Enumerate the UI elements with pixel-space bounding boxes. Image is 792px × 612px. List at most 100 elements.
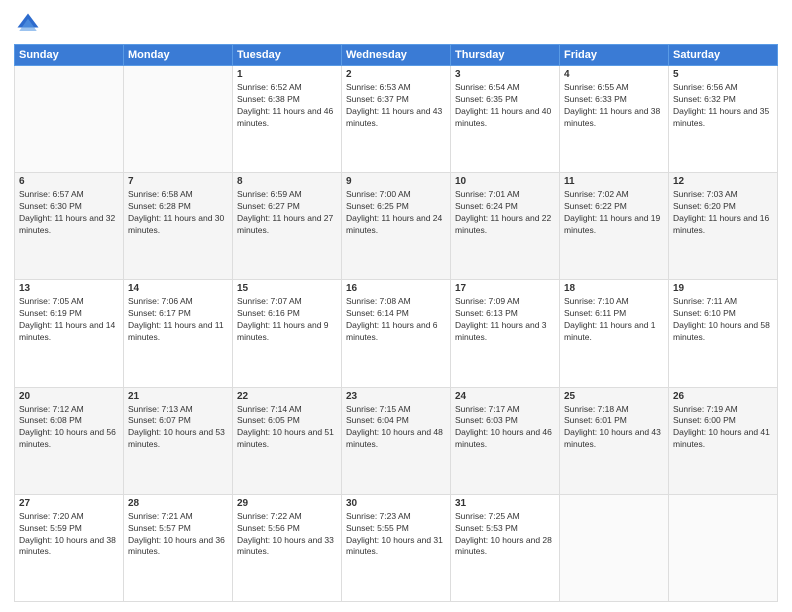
day-info: Sunrise: 7:08 AM Sunset: 6:14 PM Dayligh… xyxy=(346,296,446,344)
table-row: 19 Sunrise: 7:11 AM Sunset: 6:10 PM Dayli… xyxy=(669,280,778,387)
day-number: 25 xyxy=(564,391,664,402)
day-number: 1 xyxy=(237,69,337,80)
day-info: Sunrise: 6:59 AM Sunset: 6:27 PM Dayligh… xyxy=(237,189,337,237)
day-info: Sunrise: 6:53 AM Sunset: 6:37 PM Dayligh… xyxy=(346,82,446,130)
day-info: Sunrise: 7:15 AM Sunset: 6:04 PM Dayligh… xyxy=(346,404,446,452)
table-row: 28 Sunrise: 7:21 AM Sunset: 5:57 PM Dayli… xyxy=(124,494,233,601)
calendar-week-row: 20 Sunrise: 7:12 AM Sunset: 6:08 PM Dayli… xyxy=(15,387,778,494)
table-row: 5 Sunrise: 6:56 AM Sunset: 6:32 PM Daylig… xyxy=(669,66,778,173)
day-number: 7 xyxy=(128,176,228,187)
day-info: Sunrise: 7:06 AM Sunset: 6:17 PM Dayligh… xyxy=(128,296,228,344)
table-row: 24Sunrise: 7:17 AM Sunset: 6:03 PM Dayli… xyxy=(451,387,560,494)
day-info: Sunrise: 7:13 AM Sunset: 6:07 PM Dayligh… xyxy=(128,404,228,452)
col-friday: Friday xyxy=(560,45,669,66)
calendar-week-row: 1 Sunrise: 6:52 AM Sunset: 6:38 PM Daylig… xyxy=(15,66,778,173)
day-number: 8 xyxy=(237,176,337,187)
table-row: 7 Sunrise: 6:58 AM Sunset: 6:28 PM Daylig… xyxy=(124,173,233,280)
table-row: 13 Sunrise: 7:05 AM Sunset: 6:19 PM Dayli… xyxy=(15,280,124,387)
logo-icon xyxy=(14,10,42,38)
table-row: 25 Sunrise: 7:18 AM Sunset: 6:01 PM Dayli… xyxy=(560,387,669,494)
day-info: Sunrise: 7:01 AM Sunset: 6:24 PM Dayligh… xyxy=(455,189,555,237)
day-number: 28 xyxy=(128,498,228,509)
table-row xyxy=(15,66,124,173)
table-row: 11 Sunrise: 7:02 AM Sunset: 6:22 PM Dayli… xyxy=(560,173,669,280)
table-row: 8 Sunrise: 6:59 AM Sunset: 6:27 PM Daylig… xyxy=(233,173,342,280)
day-info: Sunrise: 7:18 AM Sunset: 6:01 PM Dayligh… xyxy=(564,404,664,452)
day-number: 14 xyxy=(128,283,228,294)
day-info: Sunrise: 7:00 AM Sunset: 6:25 PM Dayligh… xyxy=(346,189,446,237)
day-info: Sunrise: 7:20 AM Sunset: 5:59 PM Dayligh… xyxy=(19,511,119,559)
day-info: Sunrise: 7:19 AM Sunset: 6:00 PM Dayligh… xyxy=(673,404,773,452)
day-info: Sunrise: 7:03 AM Sunset: 6:20 PM Dayligh… xyxy=(673,189,773,237)
day-number: 30 xyxy=(346,498,446,509)
table-row: 17Sunrise: 7:09 AM Sunset: 6:13 PM Dayli… xyxy=(451,280,560,387)
day-number: 27 xyxy=(19,498,119,509)
day-info: Sunrise: 7:12 AM Sunset: 6:08 PM Dayligh… xyxy=(19,404,119,452)
table-row: 30 Sunrise: 7:23 AM Sunset: 5:55 PM Dayli… xyxy=(342,494,451,601)
table-row: 27 Sunrise: 7:20 AM Sunset: 5:59 PM Dayli… xyxy=(15,494,124,601)
day-info: Sunrise: 6:52 AM Sunset: 6:38 PM Dayligh… xyxy=(237,82,337,130)
table-row: 15 Sunrise: 7:07 AM Sunset: 6:16 PM Dayli… xyxy=(233,280,342,387)
page: Sunday Monday Tuesday Wednesday Thursday… xyxy=(0,0,792,612)
table-row xyxy=(669,494,778,601)
day-info: Sunrise: 7:02 AM Sunset: 6:22 PM Dayligh… xyxy=(564,189,664,237)
day-info: Sunrise: 6:54 AM Sunset: 6:35 PM Dayligh… xyxy=(455,82,555,130)
day-number: 9 xyxy=(346,176,446,187)
table-row: 22Sunrise: 7:14 AM Sunset: 6:05 PM Dayli… xyxy=(233,387,342,494)
table-row: 20 Sunrise: 7:12 AM Sunset: 6:08 PM Dayli… xyxy=(15,387,124,494)
table-row: 26Sunrise: 7:19 AM Sunset: 6:00 PM Dayli… xyxy=(669,387,778,494)
day-info: Sunrise: 6:57 AM Sunset: 6:30 PM Dayligh… xyxy=(19,189,119,237)
day-number: 16 xyxy=(346,283,446,294)
calendar-week-row: 6 Sunrise: 6:57 AM Sunset: 6:30 PM Daylig… xyxy=(15,173,778,280)
table-row: 3Sunrise: 6:54 AM Sunset: 6:35 PM Daylig… xyxy=(451,66,560,173)
calendar-week-row: 27 Sunrise: 7:20 AM Sunset: 5:59 PM Dayli… xyxy=(15,494,778,601)
col-sunday: Sunday xyxy=(15,45,124,66)
table-row: 1 Sunrise: 6:52 AM Sunset: 6:38 PM Daylig… xyxy=(233,66,342,173)
table-row: 10Sunrise: 7:01 AM Sunset: 6:24 PM Dayli… xyxy=(451,173,560,280)
day-number: 29 xyxy=(237,498,337,509)
day-info: Sunrise: 7:22 AM Sunset: 5:56 PM Dayligh… xyxy=(237,511,337,559)
day-info: Sunrise: 6:58 AM Sunset: 6:28 PM Dayligh… xyxy=(128,189,228,237)
day-info: Sunrise: 7:23 AM Sunset: 5:55 PM Dayligh… xyxy=(346,511,446,559)
table-row xyxy=(124,66,233,173)
col-thursday: Thursday xyxy=(451,45,560,66)
table-row xyxy=(560,494,669,601)
day-number: 22 xyxy=(237,391,337,402)
col-wednesday: Wednesday xyxy=(342,45,451,66)
day-info: Sunrise: 6:56 AM Sunset: 6:32 PM Dayligh… xyxy=(673,82,773,130)
logo xyxy=(14,10,44,38)
col-saturday: Saturday xyxy=(669,45,778,66)
day-number: 19 xyxy=(673,283,773,294)
table-row: 18 Sunrise: 7:10 AM Sunset: 6:11 PM Dayli… xyxy=(560,280,669,387)
day-number: 13 xyxy=(19,283,119,294)
table-row: 31Sunrise: 7:25 AM Sunset: 5:53 PM Dayli… xyxy=(451,494,560,601)
day-info: Sunrise: 6:55 AM Sunset: 6:33 PM Dayligh… xyxy=(564,82,664,130)
col-tuesday: Tuesday xyxy=(233,45,342,66)
day-info: Sunrise: 7:17 AM Sunset: 6:03 PM Dayligh… xyxy=(455,404,555,452)
table-row: 2 Sunrise: 6:53 AM Sunset: 6:37 PM Daylig… xyxy=(342,66,451,173)
day-info: Sunrise: 7:11 AM Sunset: 6:10 PM Dayligh… xyxy=(673,296,773,344)
header xyxy=(14,10,778,38)
table-row: 21 Sunrise: 7:13 AM Sunset: 6:07 PM Dayli… xyxy=(124,387,233,494)
day-number: 5 xyxy=(673,69,773,80)
calendar-week-row: 13 Sunrise: 7:05 AM Sunset: 6:19 PM Dayli… xyxy=(15,280,778,387)
day-number: 4 xyxy=(564,69,664,80)
day-info: Sunrise: 7:10 AM Sunset: 6:11 PM Dayligh… xyxy=(564,296,664,344)
day-number: 6 xyxy=(19,176,119,187)
day-number: 23 xyxy=(346,391,446,402)
day-info: Sunrise: 7:21 AM Sunset: 5:57 PM Dayligh… xyxy=(128,511,228,559)
day-info: Sunrise: 7:05 AM Sunset: 6:19 PM Dayligh… xyxy=(19,296,119,344)
table-row: 16 Sunrise: 7:08 AM Sunset: 6:14 PM Dayli… xyxy=(342,280,451,387)
day-info: Sunrise: 7:07 AM Sunset: 6:16 PM Dayligh… xyxy=(237,296,337,344)
table-row: 6 Sunrise: 6:57 AM Sunset: 6:30 PM Daylig… xyxy=(15,173,124,280)
table-row: 23 Sunrise: 7:15 AM Sunset: 6:04 PM Dayli… xyxy=(342,387,451,494)
day-number: 2 xyxy=(346,69,446,80)
day-number: 11 xyxy=(564,176,664,187)
day-number: 18 xyxy=(564,283,664,294)
table-row: 12Sunrise: 7:03 AM Sunset: 6:20 PM Dayli… xyxy=(669,173,778,280)
day-number: 17 xyxy=(455,283,555,294)
day-number: 21 xyxy=(128,391,228,402)
day-number: 15 xyxy=(237,283,337,294)
day-number: 20 xyxy=(19,391,119,402)
table-row: 4 Sunrise: 6:55 AM Sunset: 6:33 PM Daylig… xyxy=(560,66,669,173)
